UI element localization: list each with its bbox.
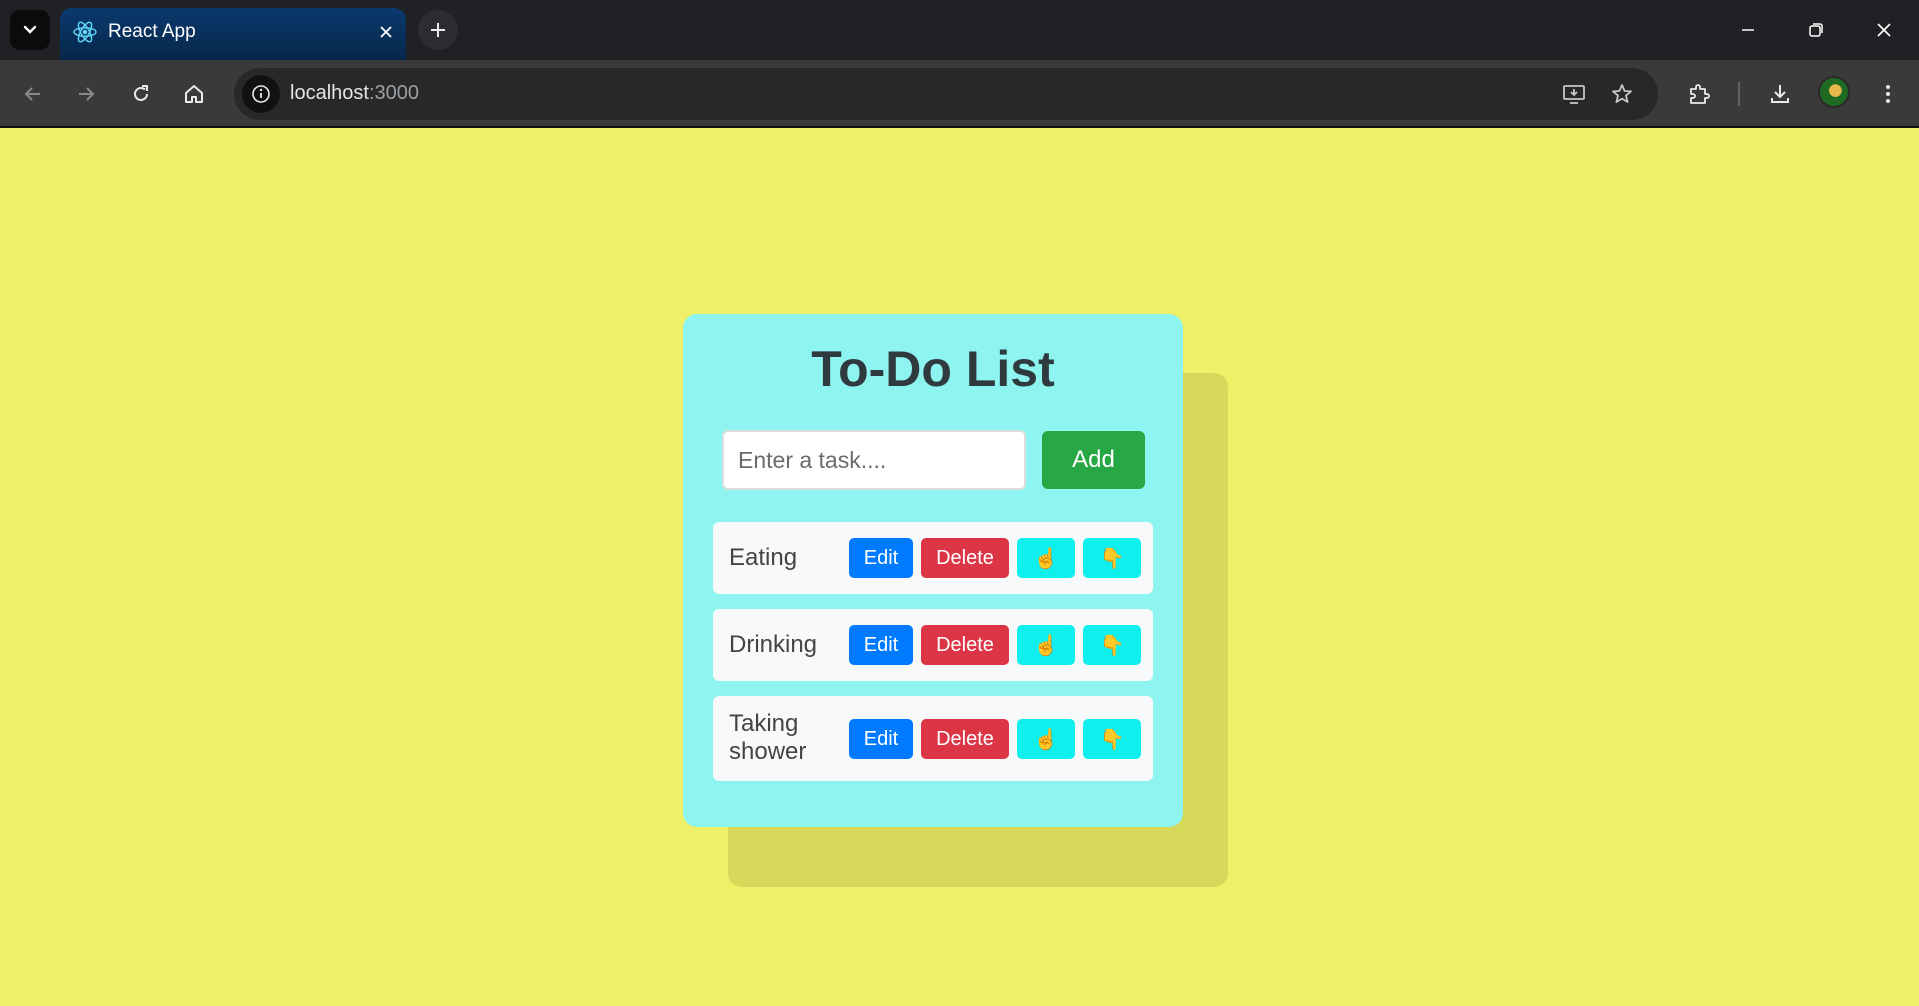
new-tab-button[interactable] — [418, 10, 458, 50]
move-down-button[interactable]: 👇 — [1083, 625, 1141, 665]
url-text: localhost:3000 — [290, 82, 419, 105]
restore-icon — [1809, 23, 1823, 37]
restore-button[interactable] — [1788, 8, 1844, 52]
task-actions: Edit Delete ☝ 👇 — [849, 719, 1141, 759]
browser-toolbar: localhost:3000 — [0, 60, 1919, 128]
address-bar[interactable]: localhost:3000 — [234, 68, 1658, 120]
profile-avatar[interactable] — [1818, 76, 1850, 108]
task-actions: Edit Delete ☝ 👇 — [849, 538, 1141, 578]
downloads-button[interactable] — [1758, 72, 1802, 116]
minimize-button[interactable] — [1720, 8, 1776, 52]
reload-button[interactable] — [119, 72, 163, 116]
chevron-down-icon — [23, 25, 37, 34]
bookmark-star-icon — [1612, 84, 1632, 103]
browser-tab-strip: React App — [0, 0, 1919, 60]
reload-icon — [134, 85, 148, 101]
url-port: :3000 — [368, 82, 419, 104]
pointing-down-icon: 👇 — [1099, 728, 1125, 751]
browser-tab-active[interactable]: React App — [60, 8, 406, 60]
task-item: Eating Edit Delete ☝ 👇 — [713, 522, 1153, 594]
site-info-button[interactable] — [242, 75, 280, 113]
plus-icon — [431, 23, 445, 37]
forward-arrow-icon — [79, 87, 95, 101]
forward-button[interactable] — [64, 72, 108, 116]
edit-button[interactable]: Edit — [849, 538, 913, 578]
install-app-button[interactable] — [1554, 74, 1594, 114]
browser-menu-button[interactable] — [1866, 72, 1910, 116]
move-up-button[interactable]: ☝ — [1017, 719, 1075, 759]
pointing-up-icon: ☝ — [1033, 547, 1059, 570]
window-close-button[interactable] — [1856, 8, 1912, 52]
pointing-up-icon: ☝ — [1033, 728, 1059, 751]
tab-title: React App — [108, 21, 196, 42]
task-item: Taking shower Edit Delete ☝ 👇 — [713, 696, 1153, 781]
bookmark-button[interactable] — [1602, 74, 1642, 114]
minimize-icon — [1742, 29, 1754, 31]
download-icon — [1771, 85, 1789, 103]
back-button[interactable] — [11, 72, 55, 116]
task-text: Taking shower — [729, 710, 807, 765]
todo-card: To-Do List Add Eating Edit Delete ☝ 👇 Dr… — [683, 314, 1183, 827]
add-task-button[interactable]: Add — [1042, 431, 1145, 489]
toolbar-separator — [1738, 82, 1740, 106]
tab-search-button[interactable] — [10, 10, 50, 50]
delete-button[interactable]: Delete — [921, 719, 1009, 759]
move-down-button[interactable]: 👇 — [1083, 538, 1141, 578]
edit-button[interactable]: Edit — [849, 719, 913, 759]
window-close-icon — [1877, 23, 1891, 37]
tab-close-button[interactable] — [372, 18, 400, 46]
extensions-button[interactable] — [1677, 72, 1721, 116]
extensions-icon — [1690, 84, 1710, 104]
back-arrow-icon — [24, 87, 40, 101]
home-icon — [185, 85, 203, 103]
react-favicon-icon — [73, 21, 97, 43]
site-info-icon — [252, 85, 270, 103]
task-actions: Edit Delete ☝ 👇 — [849, 625, 1141, 665]
pointing-down-icon: 👇 — [1099, 547, 1125, 570]
move-down-button[interactable]: 👇 — [1083, 719, 1141, 759]
install-app-icon — [1563, 85, 1585, 104]
move-up-button[interactable]: ☝ — [1017, 538, 1075, 578]
move-up-button[interactable]: ☝ — [1017, 625, 1075, 665]
pointing-up-icon: ☝ — [1033, 634, 1059, 657]
pointing-down-icon: 👇 — [1099, 634, 1125, 657]
task-text: Drinking — [729, 631, 818, 658]
kebab-menu-icon — [1886, 85, 1890, 103]
edit-button[interactable]: Edit — [849, 625, 913, 665]
close-icon — [380, 26, 392, 38]
task-input[interactable] — [722, 430, 1026, 490]
task-item: Drinking Edit Delete ☝ 👇 — [713, 609, 1153, 681]
delete-button[interactable]: Delete — [921, 625, 1009, 665]
task-text: Eating — [729, 544, 798, 571]
delete-button[interactable]: Delete — [921, 538, 1009, 578]
home-button[interactable] — [172, 72, 216, 116]
url-host: localhost — [290, 82, 369, 104]
page-title: To-Do List — [811, 341, 1055, 397]
